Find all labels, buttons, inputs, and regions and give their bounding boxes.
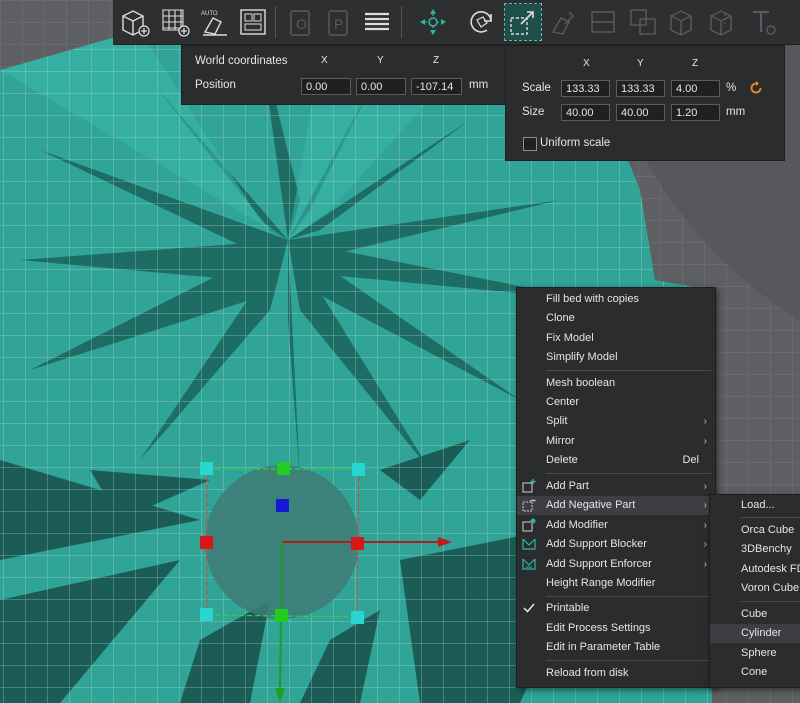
chevron-right-icon: ›: [703, 520, 707, 531]
axis-x-label: X: [583, 58, 590, 69]
panel-title: World coordinates: [195, 55, 288, 67]
position-label: Position: [195, 79, 236, 91]
menu-split[interactable]: Split ›: [517, 412, 715, 431]
chevron-right-icon: ›: [703, 500, 707, 511]
axis-y-label: Y: [637, 58, 644, 69]
size-unit: mm: [726, 106, 746, 118]
size-z-input[interactable]: 1.20: [671, 104, 720, 121]
axis-x-label: X: [321, 55, 328, 66]
uniform-scale-checkbox[interactable]: [523, 137, 537, 151]
support-paint-icon[interactable]: [665, 4, 701, 40]
menu-reload-from-disk[interactable]: Reload from disk: [517, 664, 715, 683]
menu-edit-process-settings[interactable]: Edit Process Settings: [517, 619, 715, 638]
checkmark-icon: [522, 601, 536, 615]
scale-unit: %: [726, 82, 737, 94]
menu-mesh-boolean[interactable]: Mesh boolean: [517, 374, 715, 393]
submenu-load[interactable]: Load...: [710, 496, 800, 515]
menu-fill-bed[interactable]: Fill bed with copies: [517, 290, 715, 309]
menu-delete[interactable]: Delete Del: [517, 451, 715, 470]
lay-on-face-icon[interactable]: [545, 4, 581, 40]
support-enforcer-icon: [522, 557, 536, 571]
add-cube-icon[interactable]: [117, 4, 153, 40]
position-unit: mm: [469, 79, 489, 91]
menu-center[interactable]: Center: [517, 393, 715, 412]
add-plate-icon[interactable]: [157, 4, 193, 40]
menu-add-modifier[interactable]: Add Modifier ›: [517, 516, 715, 535]
split-parts-icon[interactable]: P: [321, 4, 357, 40]
position-y-input[interactable]: 0.00: [356, 78, 406, 95]
menu-add-negative-part[interactable]: Add Negative Part ›: [517, 496, 715, 515]
top-toolbar: AUTO O P: [113, 0, 800, 45]
scale-label: Scale: [522, 82, 551, 94]
size-x-input[interactable]: 40.00: [561, 104, 610, 121]
rotate-icon[interactable]: [463, 4, 499, 40]
menu-simplify-model[interactable]: Simplify Model: [517, 348, 715, 367]
world-coordinates-panel: World coordinates X Y Z Position 0.00 0.…: [181, 45, 506, 105]
chevron-right-icon: ›: [703, 416, 707, 427]
add-part-icon: [522, 479, 536, 493]
scale-z-input[interactable]: 4.00: [671, 80, 720, 97]
context-menu: Fill bed with copies Clone Fix Model Sim…: [516, 287, 716, 688]
menu-edit-in-parameter-table[interactable]: Edit in Parameter Table: [517, 638, 715, 657]
axis-y-label: Y: [377, 55, 384, 66]
submenu-cylinder[interactable]: Cylinder: [710, 624, 800, 643]
arrange-icon[interactable]: [235, 4, 271, 40]
seam-paint-icon[interactable]: [705, 4, 741, 40]
reset-scale-icon[interactable]: [749, 81, 763, 95]
submenu-cube[interactable]: Cube: [710, 605, 800, 624]
mesh-boolean-icon[interactable]: [625, 4, 661, 40]
cut-icon[interactable]: [585, 4, 621, 40]
negative-part-submenu: Load... Orca Cube 3DBenchy Autodesk FD V…: [709, 494, 800, 688]
chevron-right-icon: ›: [703, 559, 707, 570]
chevron-right-icon: ›: [703, 539, 707, 550]
scale-panel: X Y Z Scale 133.33 133.33 4.00 % Size 40…: [505, 45, 785, 161]
menu-add-support-blocker[interactable]: Add Support Blocker ›: [517, 535, 715, 554]
axis-z-label: Z: [692, 58, 699, 69]
menu-mirror[interactable]: Mirror ›: [517, 432, 715, 451]
svg-text:O: O: [296, 16, 307, 32]
auto-orient-icon[interactable]: AUTO: [197, 4, 233, 40]
modifier-icon: [522, 518, 536, 532]
delete-shortcut: Del: [682, 454, 699, 466]
position-z-input[interactable]: -107.14: [411, 78, 462, 95]
scale-icon[interactable]: [504, 3, 542, 41]
auto-badge: AUTO: [201, 11, 218, 17]
support-blocker-icon: [522, 537, 536, 551]
svg-text:P: P: [334, 16, 343, 32]
submenu-voron-cube[interactable]: Voron Cube: [710, 579, 800, 598]
size-label: Size: [522, 106, 545, 118]
menu-add-support-enforcer[interactable]: Add Support Enforcer ›: [517, 555, 715, 574]
position-x-input[interactable]: 0.00: [301, 78, 351, 95]
submenu-sphere[interactable]: Sphere: [710, 644, 800, 663]
submenu-orca-cube[interactable]: Orca Cube: [710, 521, 800, 540]
scale-y-input[interactable]: 133.33: [616, 80, 665, 97]
menu-add-part[interactable]: Add Part ›: [517, 477, 715, 496]
axis-z-label: Z: [433, 55, 440, 66]
submenu-autodesk-fdm[interactable]: Autodesk FD: [710, 560, 800, 579]
submenu-3dbenchy[interactable]: 3DBenchy: [710, 540, 800, 559]
chevron-right-icon: ›: [703, 481, 707, 492]
text-icon[interactable]: [745, 4, 781, 40]
menu-clone[interactable]: Clone: [517, 309, 715, 328]
menu-printable[interactable]: Printable: [517, 599, 715, 618]
move-icon[interactable]: [415, 4, 451, 40]
negative-part-icon: [522, 498, 536, 512]
size-y-input[interactable]: 40.00: [616, 104, 665, 121]
uniform-scale-label: Uniform scale: [540, 137, 611, 149]
layers-icon[interactable]: [359, 4, 395, 40]
split-objects-icon[interactable]: O: [283, 4, 319, 40]
submenu-cone[interactable]: Cone: [710, 663, 800, 682]
menu-height-range-modifier[interactable]: Height Range Modifier: [517, 574, 715, 593]
chevron-right-icon: ›: [703, 436, 707, 447]
menu-fix-model[interactable]: Fix Model: [517, 329, 715, 348]
scale-x-input[interactable]: 133.33: [561, 80, 610, 97]
